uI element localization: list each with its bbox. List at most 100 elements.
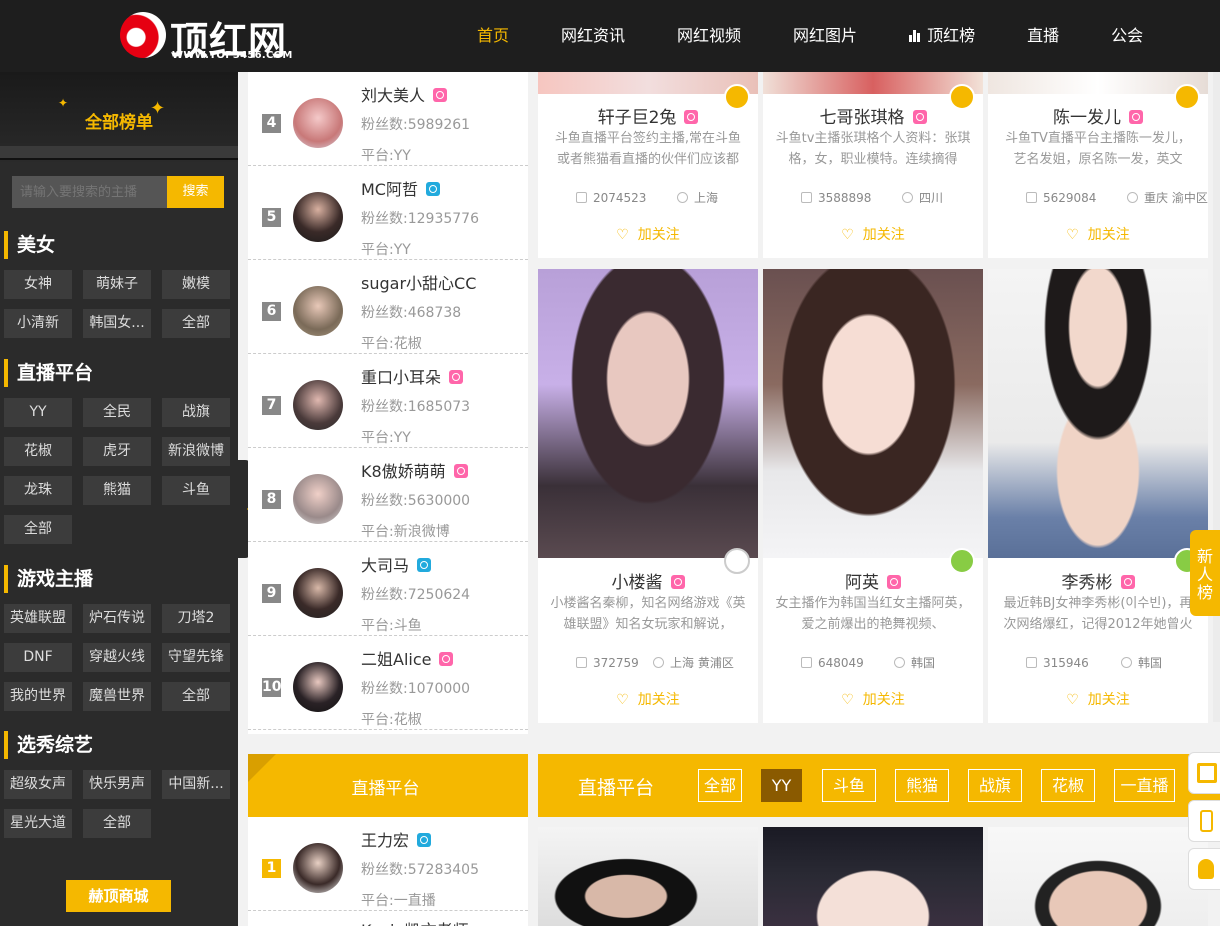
tag[interactable]: 新浪微博	[162, 437, 230, 466]
anchor-name[interactable]: MC阿哲	[361, 176, 440, 200]
tab-yizhibo[interactable]: 一直播	[1114, 769, 1175, 802]
follow-button[interactable]: ♡ 加关注	[988, 224, 1208, 244]
tag[interactable]: 嫩模	[162, 270, 230, 299]
card-name[interactable]: 阿英	[763, 568, 983, 593]
ranking-row[interactable]: 1 王力宏 粉丝数:57283405 平台:一直播	[248, 817, 528, 911]
ranking-row[interactable]: 8 K8傲娇萌萌 粉丝数:5630000 平台:新浪微博	[248, 448, 528, 542]
tag[interactable]: 我的世界	[4, 682, 72, 711]
nav-ranking[interactable]: 顶红榜	[892, 0, 992, 72]
follow-button[interactable]: ♡ 加关注	[988, 689, 1208, 709]
card-name[interactable]: 李秀彬	[988, 568, 1208, 593]
tag[interactable]: 萌妹子	[83, 270, 151, 299]
anchor-name[interactable]: K8傲娇萌萌	[361, 458, 468, 482]
tag[interactable]: 刀塔2	[162, 604, 230, 633]
anchor-photo[interactable]	[538, 827, 758, 926]
tag[interactable]: 女神	[4, 270, 72, 299]
tag[interactable]: 熊猫	[83, 476, 151, 505]
ranking-row[interactable]: 9 大司马 粉丝数:7250624 平台:斗鱼	[248, 542, 528, 636]
tag[interactable]: 中国新...	[162, 770, 230, 799]
tag[interactable]: 战旗	[162, 398, 230, 427]
new-rank-tab[interactable]: 新人榜	[1190, 530, 1220, 616]
mall-button[interactable]: 赫顶商城	[66, 880, 171, 912]
ranking-row[interactable]: 7 重口小耳朵 粉丝数:1685073 平台:YY	[248, 354, 528, 448]
anchor-name[interactable]: 刘大美人	[361, 82, 448, 106]
follow-button[interactable]: ♡ 加关注	[763, 224, 983, 244]
anchor-name[interactable]: 王力宏	[361, 827, 432, 851]
tab-yy[interactable]: YY	[761, 769, 802, 802]
follow-button[interactable]: ♡ 加关注	[538, 689, 758, 709]
back-to-top-button[interactable]	[1188, 848, 1220, 890]
anchor-name[interactable]: 重口小耳朵	[361, 364, 464, 388]
tag[interactable]: 星光大道	[4, 809, 72, 838]
tag[interactable]: 魔兽世界	[83, 682, 151, 711]
card-location: 上海	[694, 191, 719, 205]
anchor-name[interactable]: 二姐Alice	[361, 646, 454, 670]
qr-code-button[interactable]	[1188, 752, 1220, 794]
nav-live[interactable]: 直播	[1010, 0, 1076, 72]
anchor-card[interactable]: 七哥张琪格 斗鱼tv主播张琪格个人资料：张琪格，女，职业模特。连续摘得 3588…	[763, 72, 983, 258]
tab-douyu[interactable]: 斗鱼	[822, 769, 876, 802]
anchor-name[interactable]: sugar小甜心CC	[361, 270, 476, 294]
tag[interactable]: 快乐男声	[83, 770, 151, 799]
anchor-card[interactable]: 小楼酱 小楼酱名秦柳，知名网络游戏《英雄联盟》知名女玩家和解说， 372759 上…	[538, 269, 758, 723]
nav-pictures[interactable]: 网红图片	[776, 0, 874, 72]
tag[interactable]: 全民	[83, 398, 151, 427]
tag[interactable]: DNF	[4, 643, 72, 672]
rank-title[interactable]: 全部榜单	[0, 108, 238, 133]
tag[interactable]: 小清新	[4, 309, 72, 338]
tag[interactable]: 炉石传说	[83, 604, 151, 633]
card-name[interactable]: 小楼酱	[538, 568, 758, 593]
anchor-card[interactable]: 阿英 女主播作为韩国当红女主播阿英，爱之前爆出的艳舞视频、 648049 韩国 ♡…	[763, 269, 983, 723]
anchor-photo[interactable]	[988, 827, 1208, 926]
tag[interactable]: 龙珠	[4, 476, 72, 505]
tag[interactable]: 花椒	[4, 437, 72, 466]
tab-panda[interactable]: 熊猫	[895, 769, 949, 802]
nav-home[interactable]: 首页	[460, 0, 526, 72]
search-button[interactable]: 搜索	[167, 176, 224, 208]
card-fans: 3588898	[818, 191, 872, 205]
tag[interactable]: 斗鱼	[162, 476, 230, 505]
rank-number: 4	[262, 114, 281, 133]
search-input[interactable]	[12, 176, 167, 208]
tag[interactable]: YY	[4, 398, 72, 427]
card-name[interactable]: 陈一发儿	[988, 103, 1208, 128]
anchor-name[interactable]: Kevin凯文老师	[361, 917, 469, 926]
anchor-photo[interactable]	[763, 827, 983, 926]
ranking-row[interactable]: 10 二姐Alice 粉丝数:1070000 平台:花椒	[248, 636, 528, 730]
tab-huajiao[interactable]: 花椒	[1041, 769, 1095, 802]
tag[interactable]: 全部	[162, 309, 230, 338]
anchor-name[interactable]: 大司马	[361, 552, 432, 576]
ranking-row[interactable]: 4 刘大美人 粉丝数:5989261 平台:YY	[248, 72, 528, 166]
site-logo[interactable]: 顶红网 WWW.TOP3456.COM	[120, 8, 300, 64]
live-platform-title: 直播平台	[351, 779, 420, 799]
mobile-button[interactable]	[1188, 800, 1220, 842]
anchor-name-text: 大司马	[361, 556, 410, 575]
ranking-row[interactable]: 5 MC阿哲 粉丝数:12935776 平台:YY	[248, 166, 528, 260]
anchor-card[interactable]: 李秀彬 最近韩BJ女神李秀彬(이수빈)，再次网络爆红，记得2012年她曾火 31…	[988, 269, 1208, 723]
card-name-text: 小楼酱	[611, 573, 663, 593]
tag[interactable]: 英雄联盟	[4, 604, 72, 633]
tag[interactable]: 韩国女...	[83, 309, 151, 338]
ranking-row[interactable]: 6 sugar小甜心CC 粉丝数:468738 平台:花椒	[248, 260, 528, 354]
tag[interactable]: 守望先锋	[162, 643, 230, 672]
nav-guild[interactable]: 公会	[1094, 0, 1160, 72]
rank-shelf	[0, 146, 238, 160]
anchor-card[interactable]: 陈一发儿 斗鱼TV直播平台主播陈一发儿，艺名发姐，原名陈一发，英文 562908…	[988, 72, 1208, 258]
follow-button[interactable]: ♡ 加关注	[538, 224, 758, 244]
tag[interactable]: 全部	[83, 809, 151, 838]
nav-videos[interactable]: 网红视频	[660, 0, 758, 72]
tab-zhanqi[interactable]: 战旗	[968, 769, 1022, 802]
card-name[interactable]: 轩子巨2兔	[538, 103, 758, 128]
card-name-text: 阿英	[845, 573, 879, 593]
tag[interactable]: 虎牙	[83, 437, 151, 466]
tag[interactable]: 全部	[4, 515, 72, 544]
card-name[interactable]: 七哥张琪格	[763, 103, 983, 128]
tag[interactable]: 全部	[162, 682, 230, 711]
anchor-card[interactable]: 轩子巨2兔 斗鱼直播平台签约主播,常在斗鱼或者熊猫看直播的伙伴们应该都 2074…	[538, 72, 758, 258]
follow-button[interactable]: ♡ 加关注	[763, 689, 983, 709]
tag[interactable]: 穿越火线	[83, 643, 151, 672]
fan-count: 粉丝数:57283405	[361, 862, 479, 878]
tab-all[interactable]: 全部	[698, 769, 742, 802]
tag[interactable]: 超级女声	[4, 770, 72, 799]
nav-news[interactable]: 网红资讯	[544, 0, 642, 72]
